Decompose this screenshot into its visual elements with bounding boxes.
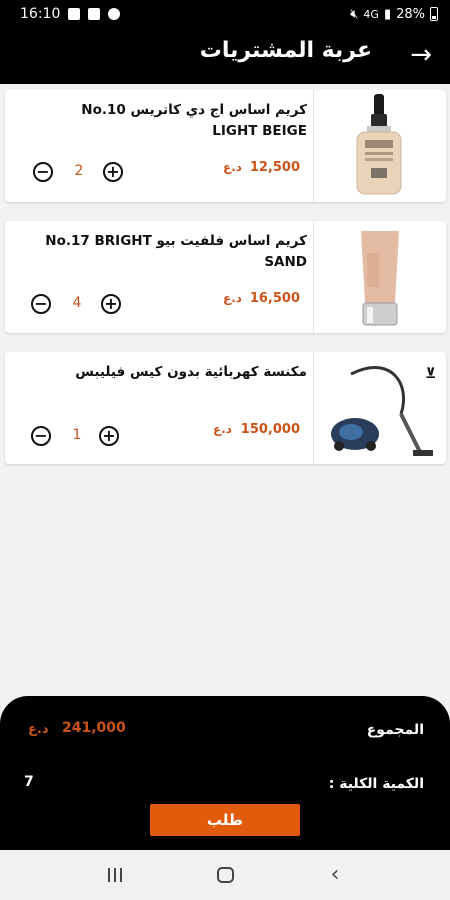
- cart-item: كريم اساس فلفيت بيو No.17 BRIGHT SAND 16…: [5, 221, 446, 333]
- page-title: عربة المشتريات: [199, 38, 372, 63]
- card-divider: [313, 221, 314, 333]
- cart-item: كريم اساس اج دي كاتريس No.10 LIGHT BEIGE…: [5, 90, 446, 202]
- plus-icon[interactable]: +: [103, 162, 123, 182]
- total-quantity-value: 7: [24, 774, 34, 790]
- image-notification-icon: [88, 8, 101, 20]
- product-name-line1: كريم اساس فلفيت بيو No.17 BRIGHT: [45, 233, 307, 249]
- product-name-line2: SAND: [264, 254, 307, 270]
- quantity-value: 2: [74, 163, 84, 179]
- message-notification-icon: [108, 8, 121, 20]
- status-bar: 16:10 🔇︎ 4G ▮ 28%: [0, 0, 450, 28]
- plus-icon[interactable]: +: [99, 426, 119, 446]
- home-icon[interactable]: [205, 860, 245, 890]
- gallery-notification-icon: [68, 8, 81, 20]
- product-currency: د.ع: [223, 160, 242, 174]
- product-name: كريم اساس اج دي كاتريس No.10 LIGHT BEIGE: [25, 100, 307, 142]
- minus-icon[interactable]: −: [33, 162, 53, 182]
- total-currency: د.ع: [28, 722, 49, 737]
- foundation-dropper-bottle-image: [321, 92, 439, 200]
- back-nav-icon[interactable]: ‹: [315, 860, 355, 890]
- vacuum-cleaner-image: [321, 354, 439, 462]
- total-label: المجموع: [366, 722, 424, 738]
- product-price: 150,000: [240, 422, 300, 437]
- foundation-tube-image: [321, 223, 439, 331]
- minus-icon[interactable]: −: [31, 426, 51, 446]
- app-header: عربة المشتريات →: [0, 28, 450, 84]
- quantity-value: 1: [72, 427, 82, 443]
- filter-icon[interactable]: ⊻: [425, 366, 436, 382]
- mute-icon: 🔇︎: [350, 6, 359, 22]
- status-time: 16:10: [20, 6, 61, 22]
- product-name: كريم اساس فلفيت بيو No.17 BRIGHT SAND: [25, 231, 307, 273]
- product-name-line1: مكنسة كهربائية بدون كيس فيليبس: [75, 364, 307, 380]
- quantity-value: 4: [72, 295, 82, 311]
- product-price: 12,500: [249, 160, 300, 175]
- signal-icon: ▮: [383, 6, 392, 22]
- minus-icon[interactable]: −: [31, 294, 51, 314]
- plus-icon[interactable]: +: [101, 294, 121, 314]
- order-button[interactable]: طلب: [150, 804, 300, 836]
- network-type: 4G: [363, 7, 379, 21]
- card-divider: [313, 352, 314, 464]
- recents-icon[interactable]: [95, 860, 135, 890]
- battery-percent: 28%: [396, 6, 425, 22]
- product-price: 16,500: [249, 291, 300, 306]
- total-quantity-label: الكمية الكلية :: [328, 776, 424, 792]
- total-value: 241,000: [62, 720, 126, 736]
- product-name: مكنسة كهربائية بدون كيس فيليبس: [25, 362, 307, 383]
- card-divider: [313, 90, 314, 202]
- battery-icon: [430, 7, 438, 21]
- cart-summary: المجموع 241,000 د.ع الكمية الكلية : 7 طل…: [0, 696, 450, 850]
- product-currency: د.ع: [213, 422, 232, 436]
- product-name-line2: LIGHT BEIGE: [212, 123, 307, 139]
- system-nav-bar: ‹: [0, 850, 450, 900]
- product-currency: د.ع: [223, 291, 242, 305]
- product-name-line1: كريم اساس اج دي كاتريس No.10: [81, 102, 307, 118]
- arrow-right-icon[interactable]: →: [410, 40, 432, 70]
- cart-item: مكنسة كهربائية بدون كيس فيليبس 150,000 د…: [5, 352, 446, 464]
